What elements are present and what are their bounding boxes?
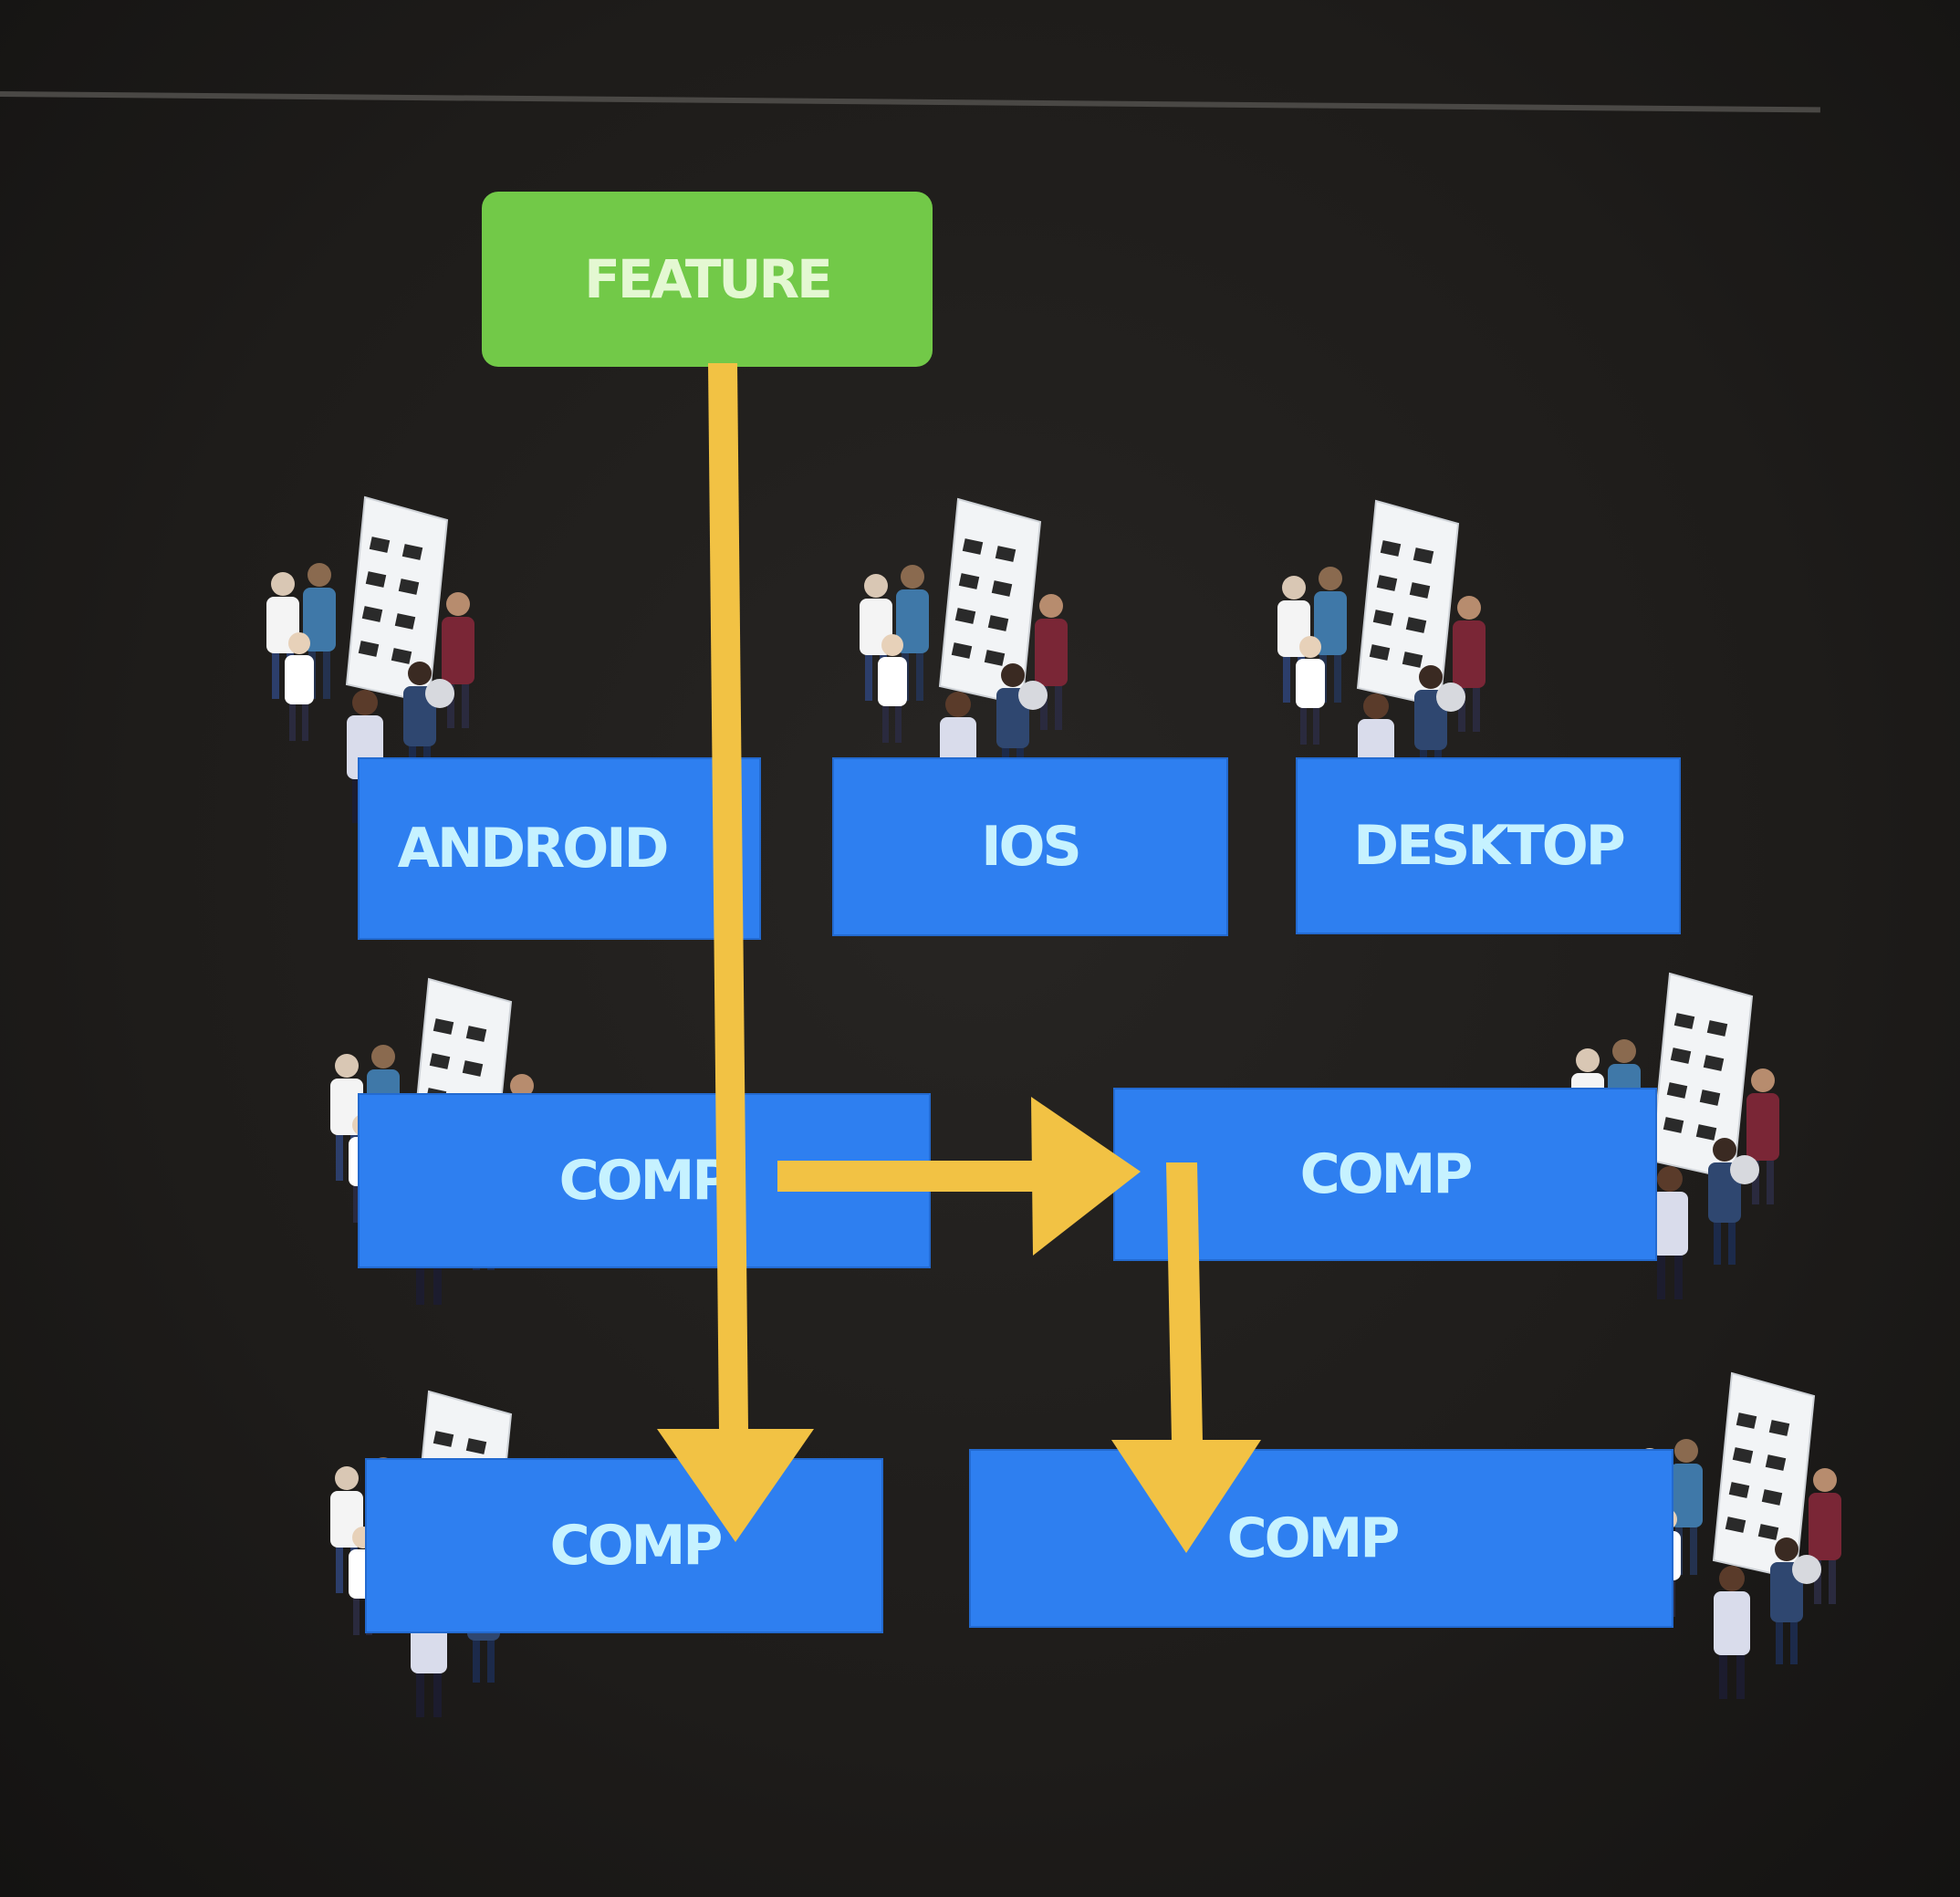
arrow-right-icon <box>777 1097 1141 1256</box>
arrow-down-icon <box>1111 1162 1261 1553</box>
arrows-layer <box>657 363 1261 1553</box>
slide: FEATURE ANDROID IOS DESKTOP COMP COMP CO… <box>0 0 1960 1897</box>
arrow-down-icon <box>657 363 814 1542</box>
